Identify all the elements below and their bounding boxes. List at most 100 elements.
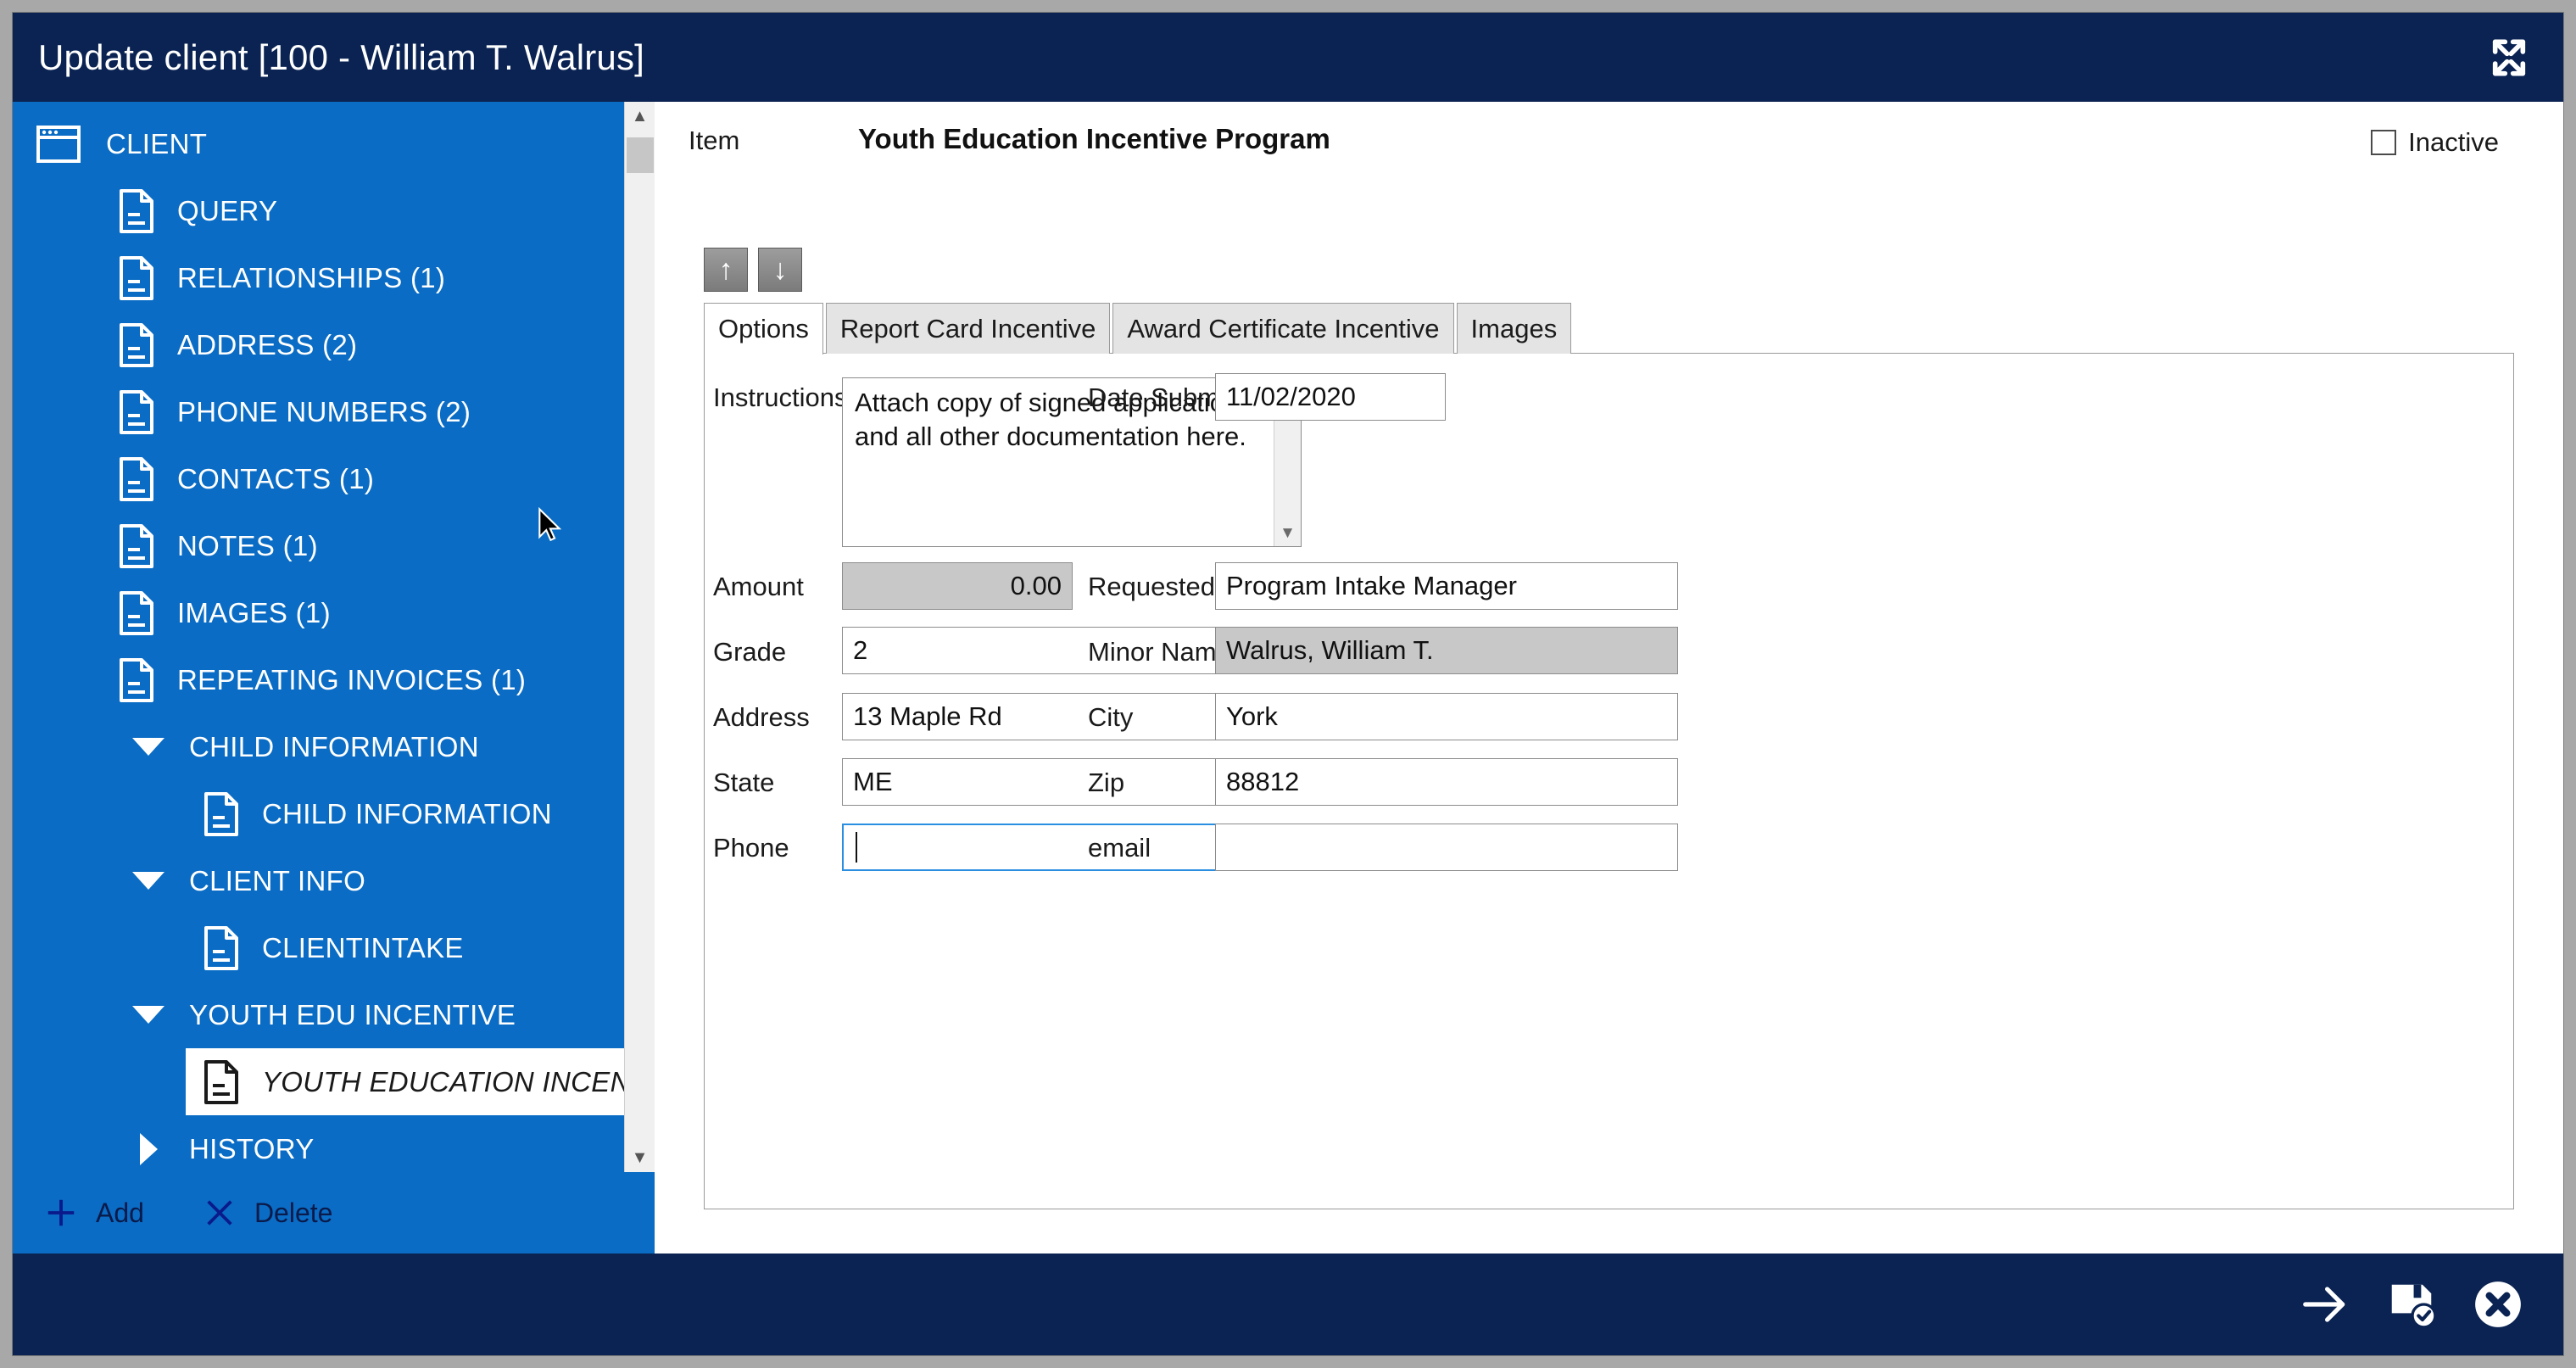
sidebar-item-phone-numbers[interactable]: PHONE NUMBERS (2)	[13, 378, 624, 445]
date-submitted-input[interactable]: 11/02/2020	[1215, 373, 1446, 421]
date-submitted-value: 11/02/2020	[1226, 382, 1356, 411]
chevron-down-icon[interactable]: ▼	[625, 1143, 655, 1172]
scrollbar-track[interactable]	[625, 131, 655, 1143]
caret-right-icon[interactable]	[130, 1132, 167, 1165]
next-button[interactable]	[2299, 1278, 2351, 1331]
chevron-down-icon[interactable]: ▼	[1274, 521, 1301, 546]
tree-item-label: CHILD INFORMATION	[189, 730, 479, 762]
inactive-checkbox[interactable]	[2371, 130, 2397, 155]
document-icon	[204, 1059, 238, 1104]
sidebar-group-client-info[interactable]: CLIENT INFO	[13, 847, 624, 914]
city-value: York	[1226, 701, 1278, 731]
tree-item-label: QUERY	[177, 194, 278, 226]
city-input[interactable]: York	[1215, 693, 1678, 740]
inactive-checkbox-group[interactable]: Inactive	[2371, 127, 2499, 158]
tree-item-label: ADDRESS (2)	[177, 328, 358, 360]
item-header-row: Item Youth Education Incentive Program I…	[689, 120, 2529, 180]
document-icon	[204, 791, 238, 836]
field-grade: Grade	[713, 637, 840, 667]
add-button[interactable]: Add	[45, 1197, 144, 1229]
record-nav-buttons: ↑ ↓	[704, 248, 2529, 292]
form-grid: Instructions Attach copy of signed appli…	[705, 372, 2513, 1209]
requested-by-input[interactable]: Program Intake Manager	[1215, 562, 1678, 610]
amount-input[interactable]: 0.00	[842, 562, 1073, 610]
field-address: Address	[713, 702, 840, 733]
sidebar-group-youth-edu-incentive[interactable]: YOUTH EDU INCENTIVE	[13, 981, 624, 1048]
scrollbar-thumb[interactable]	[627, 137, 654, 173]
caret-down-icon[interactable]	[130, 738, 167, 756]
save-button[interactable]	[2385, 1278, 2438, 1331]
tree-item-label: CLIENTINTAKE	[262, 931, 464, 963]
sidebar-item-clientintake[interactable]: CLIENTINTAKE	[13, 914, 624, 981]
zip-input[interactable]: 88812	[1215, 758, 1678, 806]
tree-item-client[interactable]: CLIENT	[13, 110, 624, 177]
options-form: Instructions Attach copy of signed appli…	[705, 354, 2513, 1209]
zip-value: 88812	[1226, 767, 1300, 796]
expand-icon[interactable]	[2484, 34, 2534, 81]
sidebar-item-images[interactable]: IMAGES (1)	[13, 579, 624, 646]
close-button[interactable]	[2472, 1278, 2524, 1331]
tree-item-label: CLIENT	[106, 127, 208, 159]
close-circle-icon	[2475, 1281, 2521, 1327]
sidebar-footer: Add Delete	[13, 1172, 655, 1254]
arrow-up-icon[interactable]: ↑	[704, 248, 748, 292]
detail-inner: Item Youth Education Incentive Program I…	[655, 102, 2563, 1254]
minor-name-input[interactable]: Walrus, William T.	[1215, 627, 1678, 674]
save-icon	[2391, 1284, 2437, 1329]
delete-label: Delete	[254, 1197, 333, 1228]
tab-images[interactable]: Images	[1456, 303, 1572, 354]
tree-item-label: CONTACTS (1)	[177, 462, 375, 494]
sidebar-item-notes[interactable]: NOTES (1)	[13, 512, 624, 579]
tab-bar: Options Report Card Incentive Award Cert…	[704, 302, 2529, 355]
navigation-sidebar: CLIENT QUERY RELATIONSHIPS (1) ADDRESS (…	[13, 102, 655, 1254]
sidebar-item-child-information[interactable]: CHILD INFORMATION	[13, 780, 624, 847]
caret-down-icon[interactable]	[130, 1006, 167, 1024]
text-cursor	[856, 832, 857, 863]
tab-award-certificate-incentive[interactable]: Award Certificate Incentive	[1112, 303, 1454, 354]
tree-item-label: IMAGES (1)	[177, 596, 331, 628]
document-icon	[120, 590, 153, 635]
tree-item-label: NOTES (1)	[177, 529, 318, 561]
amount-label: Amount	[713, 572, 804, 601]
sidebar-item-query[interactable]: QUERY	[13, 177, 624, 244]
chevron-up-icon[interactable]: ▲	[625, 102, 655, 131]
client-tree: CLIENT QUERY RELATIONSHIPS (1) ADDRESS (…	[13, 102, 624, 1172]
delete-button[interactable]: Delete	[204, 1197, 333, 1229]
sidebar-item-relationships[interactable]: RELATIONSHIPS (1)	[13, 244, 624, 311]
minor-name-value: Walrus, William T.	[1226, 635, 1434, 665]
bottom-toolbar	[13, 1254, 2563, 1355]
tree-item-label: YOUTH EDU INCENTIVE	[189, 998, 516, 1030]
caret-down-icon[interactable]	[130, 872, 167, 890]
tree-item-label: CLIENT INFO	[189, 864, 366, 896]
grade-label: Grade	[713, 637, 787, 667]
email-input[interactable]	[1215, 824, 1678, 871]
sidebar-item-contacts[interactable]: CONTACTS (1)	[13, 445, 624, 512]
document-icon	[120, 523, 153, 568]
document-icon	[120, 389, 153, 434]
document-icon	[204, 925, 238, 970]
tab-options[interactable]: Options	[704, 303, 823, 355]
tree-item-label: PHONE NUMBERS (2)	[177, 395, 471, 427]
sidebar-item-address[interactable]: ADDRESS (2)	[13, 311, 624, 378]
arrow-right-icon	[2303, 1287, 2345, 1322]
window-titlebar: Update client [100 - William T. Walrus]	[13, 13, 2563, 102]
address-label: Address	[713, 702, 810, 732]
inactive-label: Inactive	[2408, 127, 2499, 157]
window-body: CLIENT QUERY RELATIONSHIPS (1) ADDRESS (…	[13, 102, 2563, 1254]
sidebar-item-repeating-invoices[interactable]: REPEATING INVOICES (1)	[13, 646, 624, 713]
tree-item-label: HISTORY	[189, 1132, 315, 1164]
sidebar-group-child-information[interactable]: CHILD INFORMATION	[13, 713, 624, 780]
sidebar-scrollbar[interactable]: ▲ ▼	[624, 102, 655, 1172]
tab-panel-options: Instructions Attach copy of signed appli…	[704, 353, 2514, 1209]
item-value: Youth Education Incentive Program	[858, 123, 1330, 154]
amount-value: 0.00	[1010, 571, 1062, 600]
sidebar-item-youth-education-incentive-program[interactable]: YOUTH EDUCATION INCENTIVE PROGRAM	[186, 1048, 624, 1115]
document-icon	[120, 456, 153, 501]
phone-label: Phone	[713, 833, 789, 863]
field-phone: Phone	[713, 833, 840, 863]
tab-report-card-incentive[interactable]: Report Card Incentive	[825, 303, 1111, 354]
arrow-down-icon[interactable]: ↓	[758, 248, 802, 292]
sidebar-group-history[interactable]: HISTORY	[13, 1115, 624, 1172]
tree-item-label: YOUTH EDUCATION INCENTIVE PROGRAM	[262, 1065, 624, 1097]
window-title: Update client [100 - William T. Walrus]	[38, 36, 645, 77]
